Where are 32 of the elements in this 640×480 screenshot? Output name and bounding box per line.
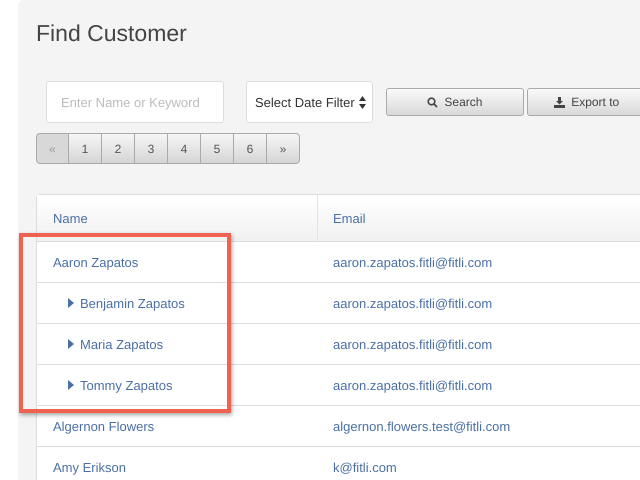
- search-icon: [427, 96, 438, 108]
- sort-arrows-icon: [358, 96, 366, 108]
- page-button[interactable]: 1: [69, 133, 102, 164]
- page-button[interactable]: 5: [201, 133, 234, 164]
- search-button[interactable]: Search: [386, 88, 524, 116]
- customer-name[interactable]: Maria Zapatos: [80, 336, 164, 352]
- export-button[interactable]: Export to: [527, 88, 640, 116]
- customer-name[interactable]: Benjamin Zapatos: [80, 296, 185, 310]
- customer-email[interactable]: aaron.zapatos.fitli@fitli.com: [333, 296, 492, 310]
- column-header[interactable]: Email: [333, 210, 366, 226]
- customer-name[interactable]: Amy Erikson: [53, 460, 126, 474]
- page-title: Find Customer: [36, 20, 188, 47]
- page-button[interactable]: 4: [168, 133, 201, 164]
- download-icon: [554, 96, 566, 108]
- search-field[interactable]: Enter Name or Keyword: [46, 81, 224, 123]
- page-button[interactable]: 2: [102, 133, 135, 164]
- caret-icon[interactable]: [67, 380, 74, 390]
- customer-email[interactable]: aaron.zapatos.fitli@fitli.com: [333, 336, 492, 352]
- caret-icon[interactable]: [67, 298, 74, 308]
- column-header[interactable]: Name: [53, 210, 88, 226]
- customer-email[interactable]: aaron.zapatos.fitli@fitli.com: [333, 254, 492, 270]
- date-filter-select[interactable]: Select Date Filter: [246, 81, 373, 123]
- customer-name[interactable]: Algernon Flowers: [53, 418, 154, 434]
- page-button[interactable]: 6: [234, 133, 267, 164]
- page-button[interactable]: 3: [135, 133, 168, 164]
- customer-name[interactable]: Tommy Zapatos: [80, 378, 172, 392]
- customer-email[interactable]: algernon.flowers.test@fitli.com: [333, 418, 510, 434]
- customer-email[interactable]: aaron.zapatos.fitli@fitli.com: [333, 378, 492, 392]
- customer-name[interactable]: Aaron Zapatos: [53, 254, 138, 270]
- customer-email[interactable]: k@fitli.com: [333, 460, 397, 474]
- page-button[interactable]: »: [267, 133, 300, 164]
- caret-icon[interactable]: [67, 339, 74, 349]
